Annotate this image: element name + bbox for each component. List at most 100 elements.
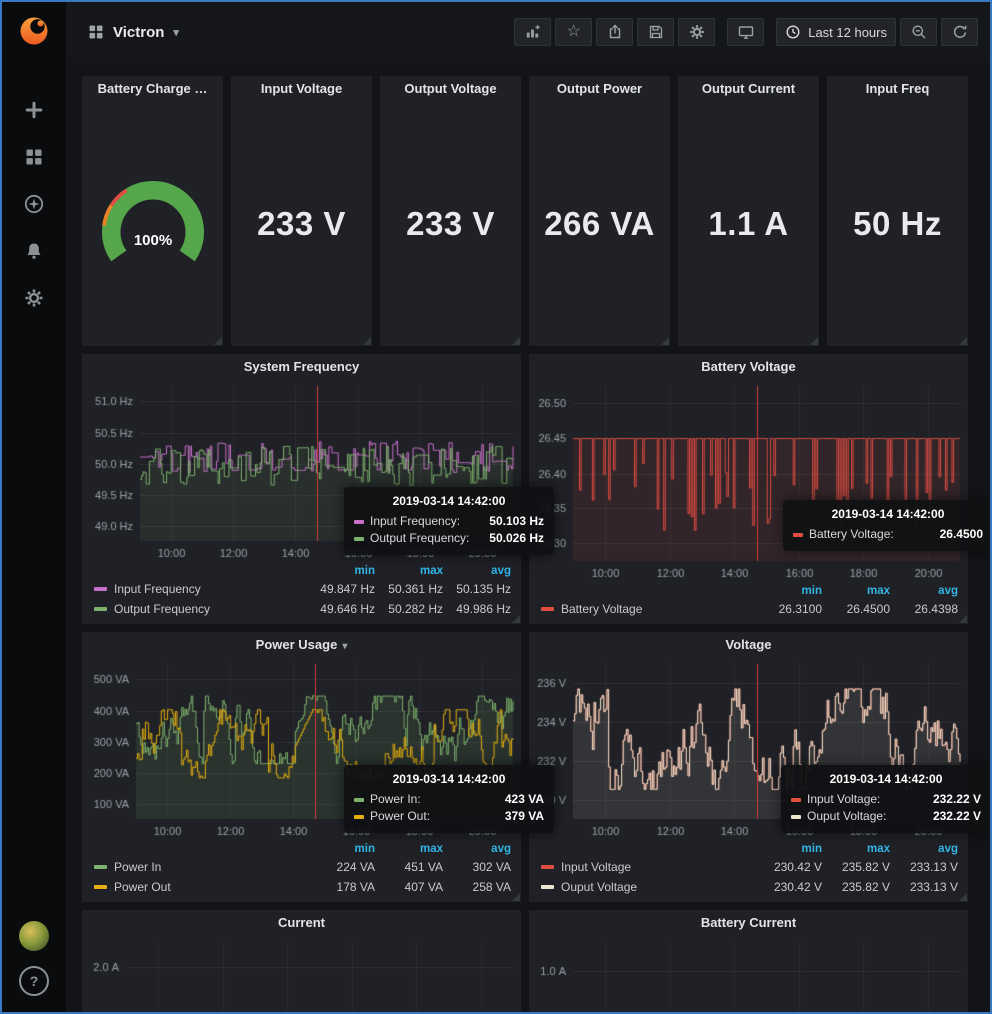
legend-col-max[interactable]: max xyxy=(375,843,443,855)
panel-resize-handle[interactable] xyxy=(512,337,520,345)
graph-plot[interactable] xyxy=(82,380,521,563)
panel-title[interactable]: Output Current xyxy=(678,76,819,102)
stat-value: 233 V xyxy=(406,205,495,243)
graph-canvas[interactable] xyxy=(82,658,521,841)
panel-resize-handle[interactable] xyxy=(512,615,520,623)
panel-resize-handle[interactable] xyxy=(363,337,371,345)
graph-canvas[interactable] xyxy=(82,936,521,1012)
series-stat: 178 VA xyxy=(307,880,375,894)
help-button[interactable]: ? xyxy=(19,966,49,996)
series-stat: 49.646 Hz xyxy=(307,602,375,616)
legend-series[interactable]: Power Out178 VA407 VA258 VA xyxy=(94,877,511,897)
graph-canvas[interactable] xyxy=(529,936,968,1012)
series-stat: 230.42 V xyxy=(754,880,822,894)
stat-value: 50 Hz xyxy=(853,205,942,243)
panel-title[interactable]: System Frequency xyxy=(82,354,521,380)
legend-col-max[interactable]: max xyxy=(375,565,443,577)
graph-plot[interactable] xyxy=(529,658,968,841)
graph-plot[interactable] xyxy=(529,380,968,583)
zoom-out-icon xyxy=(911,24,927,40)
panel-voltage: Voltage minmaxavgInput Voltage230.42 V23… xyxy=(529,632,968,902)
legend-col-avg[interactable]: avg xyxy=(443,565,511,577)
gauge-value-label: 100% xyxy=(133,232,171,249)
series-stat: 26.4398 xyxy=(890,602,958,616)
grafana-logo[interactable] xyxy=(2,2,66,60)
zoom-out-button[interactable] xyxy=(900,18,937,46)
add-panel-button[interactable] xyxy=(514,18,551,46)
panel-title[interactable]: Output Power xyxy=(529,76,670,102)
panel-title[interactable]: Battery Current xyxy=(529,910,968,936)
legend-series[interactable]: Ouput Voltage230.42 V235.82 V233.13 V xyxy=(541,877,958,897)
series-name[interactable]: Power Out xyxy=(114,880,171,894)
plus-icon xyxy=(24,100,44,120)
series-name[interactable]: Ouput Voltage xyxy=(561,880,637,894)
legend-col-min[interactable]: min xyxy=(307,843,375,855)
legend-col-avg[interactable]: avg xyxy=(890,585,958,597)
user-avatar[interactable] xyxy=(19,921,49,951)
graph-plot[interactable] xyxy=(82,658,521,841)
legend-col-min[interactable]: min xyxy=(754,843,822,855)
panel-title[interactable]: Input Voltage xyxy=(231,76,372,102)
legend-series[interactable]: Input Frequency49.847 Hz50.361 Hz50.135 … xyxy=(94,579,511,599)
panel-resize-handle[interactable] xyxy=(810,337,818,345)
panel-title[interactable]: Battery Voltage xyxy=(529,354,968,380)
legend-col-max[interactable]: max xyxy=(822,843,890,855)
sidebar-item-configuration[interactable] xyxy=(10,278,58,318)
graph-legend: minmaxavg Battery Voltage26.310026.450026… xyxy=(529,583,968,624)
share-dashboard-button[interactable] xyxy=(596,18,633,46)
panel-title[interactable]: Voltage xyxy=(529,632,968,658)
panel-battery-current: Battery Current xyxy=(529,910,968,1012)
series-stat: 235.82 V xyxy=(822,860,890,874)
panel-resize-handle[interactable] xyxy=(959,337,967,345)
series-stat: 50.135 Hz xyxy=(443,582,511,596)
series-stat: 224 VA xyxy=(307,860,375,874)
legend-col-min[interactable]: min xyxy=(754,585,822,597)
series-color-icon xyxy=(541,885,554,889)
sidebar-item-alerting[interactable] xyxy=(10,231,58,271)
series-name[interactable]: Input Voltage xyxy=(561,860,631,874)
panel-input-freq: Input Freq 50 Hz xyxy=(827,76,968,346)
time-range-button[interactable]: Last 12 hours xyxy=(776,18,896,46)
series-stat: 26.4500 xyxy=(822,602,890,616)
tv-mode-button[interactable] xyxy=(727,18,764,46)
legend-col-max[interactable]: max xyxy=(822,585,890,597)
panel-title[interactable]: Output Voltage xyxy=(380,76,521,102)
graph-legend: minmaxavgPower In224 VA451 VA302 VAPower… xyxy=(82,841,521,902)
panel-resize-handle[interactable] xyxy=(959,615,967,623)
panel-title[interactable]: Power Usage▾ xyxy=(82,632,521,658)
series-color-icon xyxy=(94,865,107,869)
dashboard-picker-button[interactable]: Victron ▾ xyxy=(82,23,185,42)
save-dashboard-button[interactable] xyxy=(637,18,674,46)
panel-system-frequency: System Frequency minmaxavg Input Frequenc… xyxy=(82,354,521,624)
legend-col-avg[interactable]: avg xyxy=(443,843,511,855)
sidebar-item-explore[interactable] xyxy=(10,184,58,224)
star-dashboard-button[interactable]: ☆ xyxy=(555,18,592,46)
graph-canvas[interactable] xyxy=(82,380,521,563)
panel-title[interactable]: Input Freq xyxy=(827,76,968,102)
legend-series[interactable]: Battery Voltage26.310026.450026.4398 xyxy=(541,599,958,619)
panel-resize-handle[interactable] xyxy=(214,337,222,345)
panel-current: Current xyxy=(82,910,521,1012)
panel-title[interactable]: Battery Charge … xyxy=(82,76,223,102)
dashboard-settings-button[interactable] xyxy=(678,18,715,46)
legend-series[interactable]: Output Frequency49.646 Hz50.282 Hz49.986… xyxy=(94,599,511,619)
panel-resize-handle[interactable] xyxy=(512,893,520,901)
sidebar-item-dashboards[interactable] xyxy=(10,137,58,177)
panel-resize-handle[interactable] xyxy=(959,893,967,901)
series-name[interactable]: Battery Voltage xyxy=(561,602,642,616)
legend-series[interactable]: Input Voltage230.42 V235.82 V233.13 V xyxy=(541,857,958,877)
graph-plot[interactable] xyxy=(82,936,521,1012)
legend-col-avg[interactable]: avg xyxy=(890,843,958,855)
panel-resize-handle[interactable] xyxy=(661,337,669,345)
series-name[interactable]: Output Frequency xyxy=(114,602,210,616)
series-name[interactable]: Power In xyxy=(114,860,161,874)
graph-canvas[interactable] xyxy=(529,658,968,841)
panel-title[interactable]: Current xyxy=(82,910,521,936)
sidebar-item-create[interactable] xyxy=(10,90,58,130)
legend-col-min[interactable]: min xyxy=(307,565,375,577)
graph-canvas[interactable] xyxy=(529,380,968,583)
series-name[interactable]: Input Frequency xyxy=(114,582,201,596)
legend-series[interactable]: Power In224 VA451 VA302 VA xyxy=(94,857,511,877)
graph-plot[interactable] xyxy=(529,936,968,1012)
refresh-button[interactable] xyxy=(941,18,978,46)
